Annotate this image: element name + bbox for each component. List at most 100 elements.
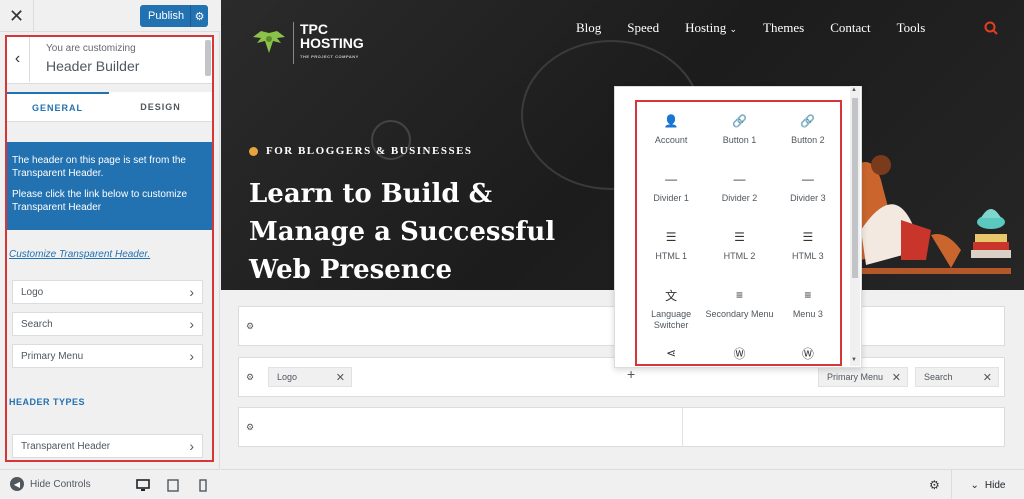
nav-item-tools[interactable]: Tools (897, 20, 926, 36)
primary-nav: Blog Speed Hosting ⌄ Themes Contact Tool… (576, 20, 925, 36)
element-option[interactable]: ☰ HTML 2 (705, 223, 773, 281)
customizer-topbar: ✕ Publish ⚙ (0, 0, 220, 32)
hide-label: Hide (984, 479, 1006, 491)
site-logo[interactable]: TPC HOSTING THE PROJECT COMPANY (251, 22, 364, 64)
header-element-search[interactable]: Search ✕ (915, 367, 999, 387)
element-option-label: Menu 3 (792, 309, 823, 319)
element-label: Logo (277, 372, 298, 382)
desktop-preview-icon[interactable] (134, 476, 152, 494)
element-option[interactable]: ⋖ (637, 339, 705, 397)
sidebar-item-search[interactable]: Search › (12, 312, 203, 336)
text-icon: ☰ (802, 230, 814, 244)
wordpress-icon: Ⓦ (801, 346, 814, 361)
publish-settings-gear-icon[interactable]: ⚙ (190, 5, 208, 27)
element-option-label: Secondary Menu (705, 309, 774, 319)
hero-eyebrow: FOR BLOGGERS & BUSINESSES (249, 145, 473, 157)
element-option[interactable]: — Divider 3 (774, 165, 842, 223)
menu-icon: ≡ (804, 288, 812, 302)
element-option[interactable]: 🔗 Button 1 (705, 107, 773, 165)
nav-item-themes[interactable]: Themes (763, 20, 804, 36)
nav-item-contact[interactable]: Contact (830, 20, 870, 36)
element-option-label: HTML 3 (791, 251, 824, 261)
chevron-right-icon: › (189, 316, 194, 332)
sidebar-item-primary-menu[interactable]: Primary Menu › (12, 344, 203, 368)
panel-header: ‹ You are customizing Header Builder (6, 36, 212, 84)
row-settings-gear-icon[interactable]: ⚙ (246, 321, 254, 332)
sidebar-item-label: Primary Menu (21, 350, 84, 362)
remove-icon[interactable]: ✕ (336, 371, 345, 384)
translate-icon: 文 (665, 288, 678, 303)
sidebar-item-transparent-header[interactable]: Transparent Header › (12, 434, 203, 458)
collapse-arrow-icon: ◀ (10, 477, 24, 491)
add-element-button[interactable]: + (627, 366, 635, 382)
element-option[interactable]: 👤 Account (637, 107, 705, 165)
nav-item-hosting[interactable]: Hosting ⌄ (685, 20, 737, 36)
logo-line-2: HOSTING (300, 35, 364, 51)
close-icon[interactable]: ✕ (0, 0, 34, 32)
element-label: Search (924, 372, 953, 382)
element-option[interactable]: — Divider 1 (637, 165, 705, 223)
tablet-preview-icon[interactable] (164, 476, 182, 494)
sidebar-scrollbar[interactable] (205, 40, 211, 76)
remove-icon[interactable]: ✕ (892, 371, 901, 384)
menu-icon: ≡ (735, 288, 743, 302)
hide-controls-button[interactable]: ◀ Hide Controls (10, 477, 91, 491)
hide-builder-button[interactable]: ⌄ Hide (951, 470, 1024, 499)
transparent-header-notice: The header on this page is set from the … (6, 142, 214, 230)
element-option[interactable]: ☰ HTML 3 (774, 223, 842, 281)
element-option[interactable]: — Divider 2 (705, 165, 773, 223)
element-option-label: HTML 1 (655, 251, 687, 261)
tab-design[interactable]: DESIGN (109, 92, 212, 122)
minus-icon: — (801, 172, 814, 186)
eyebrow-text: FOR BLOGGERS & BUSINESSES (266, 145, 473, 157)
sidebar-item-label: Transparent Header (21, 440, 111, 452)
notice-line-1: The header on this page is set from the … (12, 155, 186, 179)
popup-scrollbar[interactable]: ▲ ▼ (850, 86, 860, 366)
element-option-label: Language Switcher (651, 309, 692, 330)
element-option[interactable]: Ⓦ (774, 339, 842, 397)
header-builder-bottom-row[interactable]: ⚙ (238, 407, 1005, 447)
back-arrow-icon[interactable]: ‹ (6, 36, 30, 82)
tab-general[interactable]: GENERAL (6, 92, 109, 122)
customize-transparent-header-link[interactable]: Customize Transparent Header. (9, 249, 150, 260)
header-element-logo[interactable]: Logo ✕ (268, 367, 352, 387)
row-settings-gear-icon[interactable]: ⚙ (246, 372, 254, 383)
scroll-down-icon[interactable]: ▼ (851, 357, 857, 363)
element-option[interactable]: ☰ HTML 1 (637, 223, 705, 281)
hero-headline: Learn to Build & Manage a Successful Web… (249, 179, 556, 285)
chevron-down-icon: ⌄ (970, 479, 979, 491)
link-icon: 🔗 (800, 114, 816, 128)
sidebar-item-label: Logo (21, 286, 44, 298)
accent-dot-icon (249, 146, 258, 156)
element-option-label: Button 1 (722, 135, 757, 145)
publish-button[interactable]: Publish ⚙ (140, 5, 208, 27)
scroll-thumb[interactable] (852, 98, 858, 278)
user-icon: 👤 (663, 114, 679, 128)
mobile-preview-icon[interactable] (194, 476, 212, 494)
chevron-right-icon: › (189, 284, 194, 300)
publish-label: Publish (148, 10, 185, 22)
logo-tagline: THE PROJECT COMPANY (300, 54, 359, 59)
customizer-sidebar: ✕ Publish ⚙ ‹ You are customizing Header… (0, 0, 220, 499)
sidebar-item-logo[interactable]: Logo › (12, 280, 203, 304)
element-option[interactable]: ≡ Menu 3 (774, 281, 842, 339)
remove-icon[interactable]: ✕ (983, 371, 992, 384)
element-option[interactable]: ≡ Secondary Menu (705, 281, 773, 339)
reading-person-illustration (851, 155, 1011, 274)
element-option[interactable]: 文 Language Switcher (637, 281, 705, 339)
element-option[interactable]: Ⓦ (705, 339, 773, 397)
logo-line-1: TPC (300, 21, 328, 37)
settings-gear-icon[interactable]: ⚙ (929, 478, 940, 492)
nav-item-label: Hosting (685, 20, 727, 35)
nav-item-speed[interactable]: Speed (627, 20, 659, 36)
sidebar-footer: ◀ Hide Controls (0, 469, 220, 499)
search-icon[interactable] (984, 21, 998, 38)
scroll-up-icon[interactable]: ▲ (851, 87, 857, 93)
chevron-right-icon: › (189, 348, 194, 364)
row-settings-gear-icon[interactable]: ⚙ (246, 422, 254, 433)
text-icon: ☰ (665, 230, 677, 244)
preview-footer: ⚙ ⌄ Hide (221, 469, 1024, 499)
nav-item-blog[interactable]: Blog (576, 20, 601, 36)
element-option[interactable]: 🔗 Button 2 (774, 107, 842, 165)
header-types-heading: HEADER TYPES (9, 397, 86, 407)
